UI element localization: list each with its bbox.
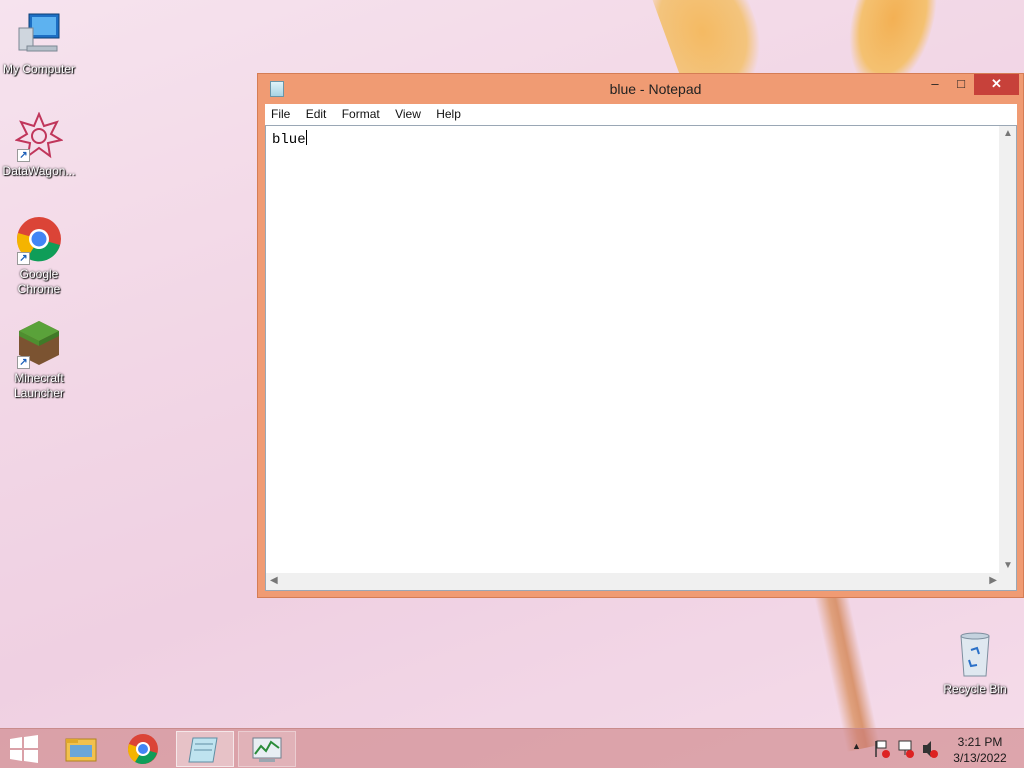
start-icon bbox=[10, 735, 38, 763]
desktop-icon-my-computer[interactable]: My Computer bbox=[0, 10, 78, 77]
menu-file[interactable]: File bbox=[265, 104, 296, 121]
recycle-bin-icon bbox=[951, 630, 999, 678]
window-title: blue - Notepad bbox=[609, 81, 702, 97]
computer-icon bbox=[15, 10, 63, 58]
desktop-icon-label: DataWagon... bbox=[2, 164, 76, 178]
desktop-icon-datawagon[interactable]: ↗ DataWagon... bbox=[0, 111, 78, 179]
desktop-icon-label: Minecraft Launcher bbox=[13, 371, 65, 400]
file-explorer-icon bbox=[65, 738, 97, 762]
chrome-icon: ↗ bbox=[15, 215, 63, 265]
clock-date: 3/13/2022 bbox=[953, 751, 1007, 765]
vertical-scrollbar[interactable]: ▲ ▼ bbox=[999, 126, 1016, 573]
volume-muted-icon bbox=[923, 741, 938, 758]
desktop-icon-label: My Computer bbox=[2, 62, 76, 76]
chrome-icon bbox=[128, 734, 158, 765]
horizontal-scrollbar[interactable]: ◀ ▶ bbox=[266, 573, 1001, 590]
text-caret bbox=[305, 130, 307, 145]
taskbar-file-explorer[interactable] bbox=[52, 731, 110, 767]
desktop-icon-label: Google Chrome bbox=[17, 267, 61, 296]
menu-view[interactable]: View bbox=[389, 104, 427, 121]
clock-time: 3:21 PM bbox=[957, 735, 1003, 749]
shortcut-arrow-icon: ↗ bbox=[17, 252, 30, 265]
desktop-icon-recycle-bin[interactable]: Recycle Bin bbox=[936, 630, 1014, 697]
taskbar-task-manager[interactable] bbox=[238, 731, 296, 767]
start-button[interactable] bbox=[0, 731, 48, 767]
minimize-button[interactable]: – bbox=[922, 74, 948, 95]
minecraft-icon: ↗ bbox=[15, 319, 63, 369]
desktop-icon-label: Recycle Bin bbox=[943, 682, 1007, 696]
menu-bar: File Edit Format View Help bbox=[265, 104, 1017, 125]
editor-content[interactable]: blue bbox=[272, 130, 307, 148]
datawagon-icon: ↗ bbox=[14, 111, 64, 162]
text-editor[interactable]: blue ▲ ▼ ◀ ▶ bbox=[265, 125, 1017, 591]
task-manager-icon bbox=[252, 737, 282, 762]
menu-help[interactable]: Help bbox=[430, 104, 467, 121]
network-tray[interactable] bbox=[896, 729, 916, 768]
system-clock[interactable]: 3:21 PM 3/13/2022 bbox=[938, 734, 1022, 766]
maximize-button[interactable]: □ bbox=[948, 74, 974, 95]
scroll-left-icon[interactable]: ◀ bbox=[270, 575, 278, 586]
scrollbar-corner bbox=[999, 573, 1016, 590]
flag-icon bbox=[875, 740, 890, 758]
scroll-up-icon[interactable]: ▲ bbox=[1003, 128, 1013, 139]
notepad-icon bbox=[188, 737, 218, 763]
scroll-right-icon[interactable]: ▶ bbox=[989, 575, 997, 586]
taskbar-chrome[interactable] bbox=[114, 731, 172, 767]
shortcut-arrow-icon: ↗ bbox=[17, 356, 30, 369]
shortcut-arrow-icon: ↗ bbox=[17, 149, 30, 162]
taskbar-notepad[interactable] bbox=[176, 731, 234, 767]
menu-format[interactable]: Format bbox=[336, 104, 386, 121]
action-center-tray[interactable] bbox=[872, 729, 892, 768]
desktop-icon-minecraft-launcher[interactable]: ↗ Minecraft Launcher bbox=[0, 319, 78, 401]
editor-text: blue bbox=[272, 132, 306, 148]
chevron-up-icon: ▲ bbox=[852, 741, 861, 751]
desktop-icon-google-chrome[interactable]: ↗ Google Chrome bbox=[0, 215, 78, 297]
volume-tray[interactable] bbox=[920, 729, 940, 768]
title-bar[interactable]: blue - Notepad – □ ✕ bbox=[258, 74, 1023, 104]
network-icon bbox=[898, 740, 914, 758]
notepad-window[interactable]: blue - Notepad – □ ✕ File Edit Format Vi… bbox=[257, 73, 1024, 598]
taskbar: ▲ 3:21 PM 3/13/2022 bbox=[0, 728, 1024, 768]
scroll-down-icon[interactable]: ▼ bbox=[1003, 560, 1013, 571]
close-button[interactable]: ✕ bbox=[974, 74, 1019, 95]
menu-edit[interactable]: Edit bbox=[300, 104, 333, 121]
